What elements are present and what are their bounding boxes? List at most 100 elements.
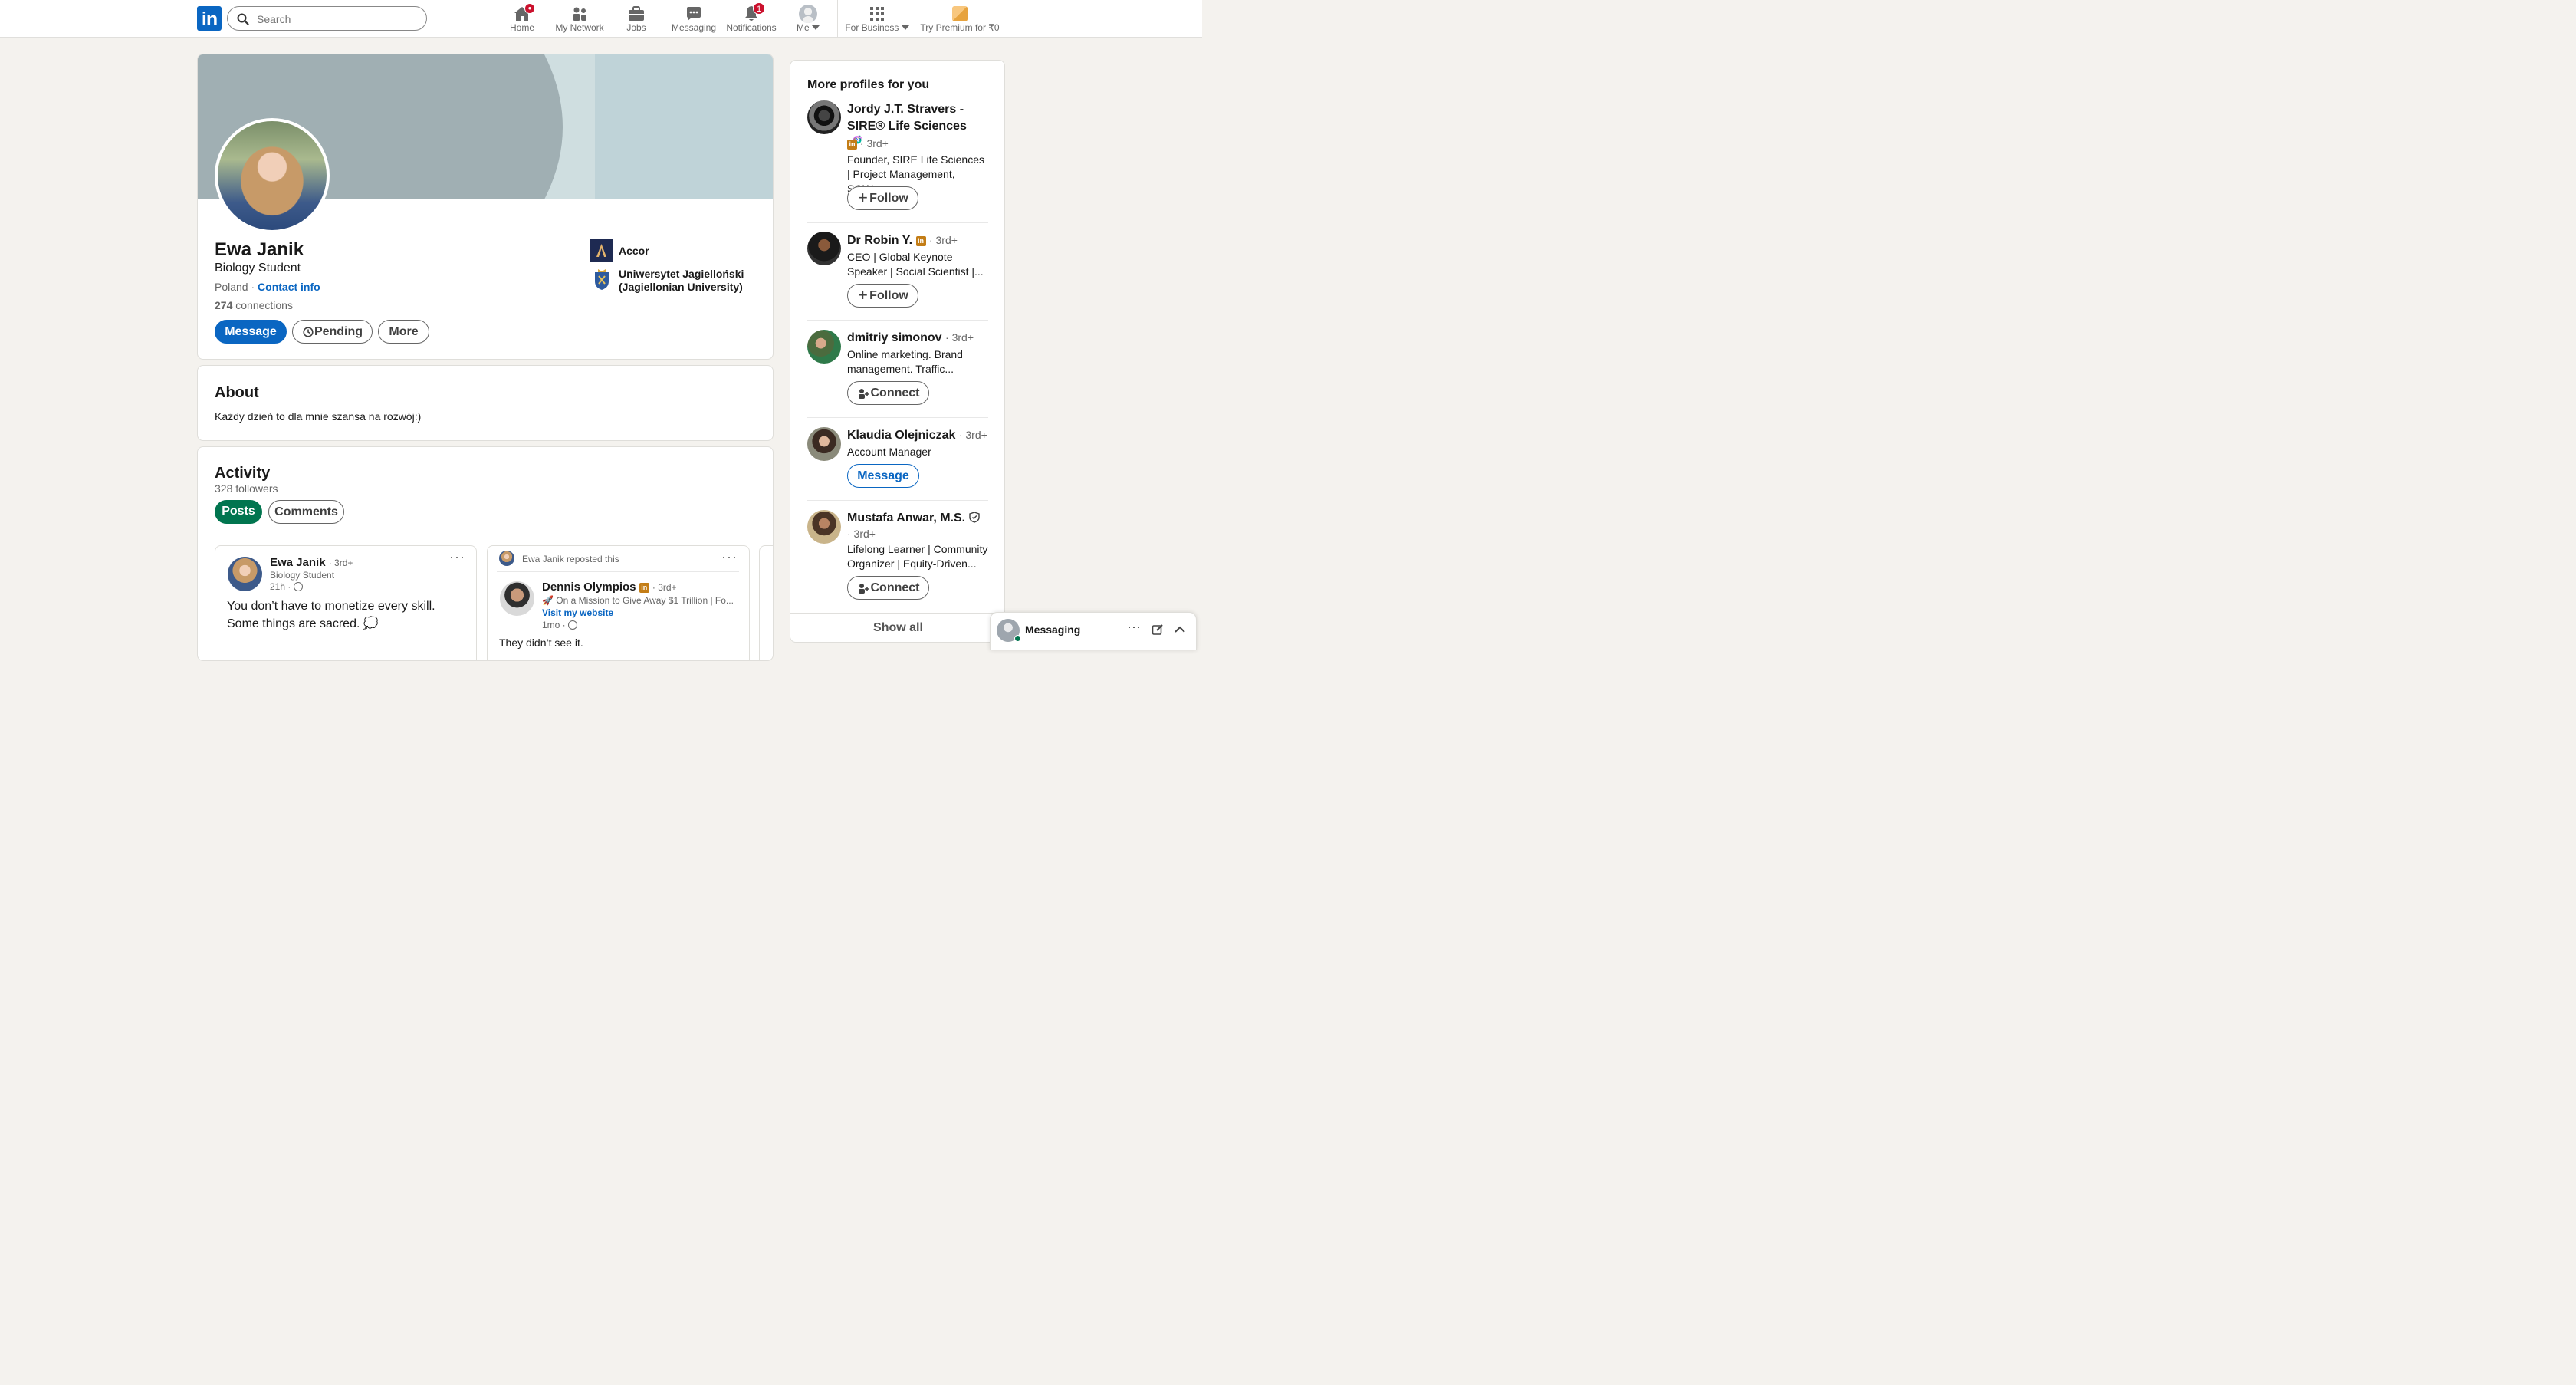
messaging-icon xyxy=(687,7,701,21)
chevron-down-icon xyxy=(812,25,820,30)
nav-for-business[interactable]: For Business xyxy=(843,3,911,35)
post-time: 21h · xyxy=(270,581,291,592)
connect-button[interactable]: Connect xyxy=(847,381,929,405)
profile-location: Poland xyxy=(215,281,248,293)
profile-degree: · 3rd+ xyxy=(847,528,876,540)
nav-divider xyxy=(837,0,838,37)
profile-avatar[interactable] xyxy=(807,510,841,544)
post-author-degree: · 3rd+ xyxy=(328,558,353,568)
post-author-avatar[interactable] xyxy=(500,581,534,616)
profile-name[interactable]: Dr Robin Y. xyxy=(847,234,912,247)
profile-location-row: Poland · Contact info xyxy=(215,281,320,293)
nav-premium-label: Try Premium for ₹0 xyxy=(920,22,1000,33)
repost-avatar xyxy=(499,551,514,566)
about-title: About xyxy=(215,384,259,401)
post-author-row: Dennis Olympios in · 3rd+ xyxy=(542,581,677,594)
jobs-icon xyxy=(629,6,644,21)
globe-icon xyxy=(568,620,578,630)
nav-me[interactable]: Me xyxy=(793,3,823,35)
show-all-button[interactable]: Show all xyxy=(790,621,1004,635)
about-card: About Każdy dzień to dla mnie szansa na … xyxy=(197,365,774,441)
post-more-icon[interactable]: ··· xyxy=(721,549,738,565)
post-more-icon[interactable]: ··· xyxy=(449,549,465,565)
premium-icon xyxy=(952,6,968,21)
profile-desc: Lifelong Learner | Community Organizer |… xyxy=(847,543,988,570)
visit-website-link[interactable]: Visit my website xyxy=(542,607,613,618)
profile-name[interactable]: dmitriy simonov xyxy=(847,331,942,344)
nav-home[interactable]: ● Home xyxy=(503,3,541,35)
profile-name: Ewa Janik xyxy=(215,239,304,260)
grid-icon xyxy=(870,7,884,21)
post-card-1[interactable]: Ewa Janik · 3rd+ Biology Student 21h · ·… xyxy=(215,545,477,660)
linkedin-logo[interactable]: in xyxy=(197,6,222,31)
message-button[interactable]: Message xyxy=(215,320,287,344)
activity-followers: 328 followers xyxy=(215,482,278,495)
network-icon xyxy=(573,7,586,21)
tab-posts[interactable]: Posts xyxy=(215,500,262,524)
chevron-down-icon xyxy=(901,25,909,30)
add-person-icon xyxy=(859,584,869,594)
notifications-badge: 1 xyxy=(753,2,766,15)
more-button[interactable]: More xyxy=(378,320,429,344)
follow-button[interactable]: + Follow xyxy=(847,186,918,210)
profile-avatar[interactable] xyxy=(807,232,841,265)
post-author-avatar[interactable] xyxy=(228,557,262,591)
messaging-overlay[interactable]: Messaging ··· xyxy=(990,612,1197,650)
post-author-row: Ewa Janik · 3rd+ xyxy=(270,556,353,569)
verified-shield-icon xyxy=(968,512,980,523)
experience-accor[interactable]: Accor xyxy=(619,245,649,257)
nav-notifications[interactable]: 1 Notifications xyxy=(724,2,779,35)
post-author-name[interactable]: Dennis Olympios xyxy=(542,581,636,594)
follow-button[interactable]: + Follow xyxy=(847,284,918,308)
profile-card: Ewa Janik Biology Student Poland · Conta… xyxy=(197,54,774,360)
post-card-3-peek[interactable] xyxy=(759,545,773,660)
post-card-2[interactable]: Ewa Janik reposted this ··· Dennis Olymp… xyxy=(487,545,750,660)
nav-premium[interactable]: Try Premium for ₹0 xyxy=(920,3,1000,35)
profile-avatar[interactable] xyxy=(807,330,841,364)
more-profiles-title: More profiles for you xyxy=(807,78,930,91)
profile-name[interactable]: Klaudia Olejniczak xyxy=(847,429,955,442)
nav-home-label: Home xyxy=(509,22,534,33)
nav-my-network[interactable]: My Network xyxy=(554,3,606,35)
tab-comments[interactable]: Comments xyxy=(268,500,344,524)
post-author-name[interactable]: Ewa Janik xyxy=(270,556,326,569)
search-box[interactable] xyxy=(227,6,427,31)
search-input[interactable] xyxy=(257,12,418,27)
post-text: They didn’t see it. xyxy=(499,637,583,649)
nav-messaging[interactable]: Messaging xyxy=(670,3,718,35)
profile-name-row: Mustafa Anwar, M.S. xyxy=(847,512,980,525)
connections-row[interactable]: 274 connections xyxy=(215,299,293,311)
nav-jobs-label: Jobs xyxy=(626,22,646,33)
activity-card: Activity 328 followers Posts Comments Ew… xyxy=(197,446,774,661)
me-avatar xyxy=(799,5,817,23)
connect-button[interactable]: Connect xyxy=(847,576,929,600)
search-icon xyxy=(237,13,249,25)
profile-avatar[interactable] xyxy=(807,427,841,461)
profile-name-row: Klaudia Olejniczak · 3rd+ xyxy=(847,429,987,442)
message-button[interactable]: Message xyxy=(847,464,919,488)
experience-university[interactable]: Uniwersytet Jagielloński (Jagiellonian U… xyxy=(619,268,757,294)
pending-button[interactable]: Pending xyxy=(292,320,373,344)
contact-info-link[interactable]: Contact info xyxy=(258,281,320,293)
activity-title: Activity xyxy=(215,465,271,482)
nav-my-network-label: My Network xyxy=(555,22,604,33)
linkedin-badge-icon: in xyxy=(639,583,649,593)
nav-for-business-label: For Business xyxy=(843,22,911,33)
plus-icon: + xyxy=(858,188,868,207)
profile-headline: Biology Student xyxy=(215,262,301,275)
profile-name[interactable]: Mustafa Anwar, M.S. xyxy=(847,512,965,525)
post-author-degree: · 3rd+ xyxy=(652,582,677,593)
home-badge: ● xyxy=(524,3,535,14)
compose-icon[interactable] xyxy=(1152,623,1164,636)
profile-degree-row: in · 3rd+ xyxy=(847,137,889,150)
nav-jobs[interactable]: Jobs xyxy=(618,3,655,35)
more-profiles-card: More profiles for you Jordy J.T. Straver… xyxy=(790,60,1005,643)
profile-photo[interactable] xyxy=(215,118,330,233)
post-time-row: 21h · xyxy=(270,581,303,592)
globe-icon xyxy=(293,582,303,591)
messaging-more-icon[interactable]: ··· xyxy=(1127,619,1141,635)
post-time: 1mo · xyxy=(542,620,566,630)
pending-label: Pending xyxy=(314,325,363,338)
chevron-up-icon[interactable] xyxy=(1174,625,1186,634)
profile-avatar[interactable] xyxy=(807,100,841,134)
